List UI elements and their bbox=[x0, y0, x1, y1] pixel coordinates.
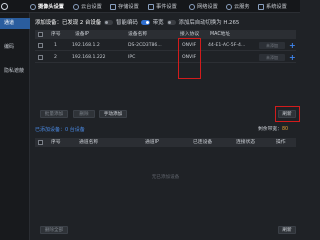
table-row[interactable]: 2 192.168.1.222 IPC ONVIF 未添加 + bbox=[35, 52, 296, 63]
row-status: 未添加 bbox=[259, 54, 285, 61]
row-status: 未添加 bbox=[259, 42, 285, 49]
batch-add-button[interactable]: 批量添加 bbox=[40, 110, 68, 118]
row-checkbox[interactable] bbox=[38, 43, 43, 48]
sidebar-item-encoding[interactable]: 编码 bbox=[0, 42, 30, 53]
refresh-added-button[interactable]: 刷新 bbox=[278, 226, 296, 234]
add-device-plus-icon[interactable]: + bbox=[289, 41, 296, 50]
network-icon bbox=[189, 3, 195, 10]
nav-ptz-settings[interactable]: 云台设置 bbox=[73, 1, 102, 12]
nav-camera-settings[interactable]: 摄像头设置 bbox=[30, 1, 64, 12]
table-header: 序号 通道名称 通道IP 已连设备 连接状态 操作 bbox=[35, 138, 296, 147]
bandwidth-toggle[interactable] bbox=[140, 19, 150, 25]
nav-system-settings[interactable]: 系统设置 bbox=[258, 1, 287, 12]
col-index: 序号 bbox=[51, 32, 61, 37]
sidebar-item-privacy[interactable]: 隐私遮蔽 bbox=[0, 66, 30, 77]
settings-home[interactable] bbox=[1, 1, 8, 12]
nav-label: 事件设置 bbox=[156, 4, 177, 10]
smart-encode-label: 智能编码 bbox=[116, 20, 138, 26]
col-mac: MAC地址 bbox=[210, 32, 231, 37]
camera-icon bbox=[30, 3, 36, 10]
col-index: 序号 bbox=[51, 140, 61, 145]
discovered-devices-table: 序号 设备IP 设备名称 接入协议 MAC地址 1 192.168.1.2 DS… bbox=[35, 30, 296, 82]
protocol-highlight-box bbox=[178, 38, 201, 79]
nav-storage-settings[interactable]: 存储设置 bbox=[110, 1, 139, 12]
empty-list-message: 无已添加设备 bbox=[151, 175, 180, 180]
ptz-icon bbox=[73, 3, 79, 10]
row-ip: 192.168.1.2 bbox=[72, 43, 100, 48]
table-header: 序号 设备IP 设备名称 接入协议 MAC地址 bbox=[35, 30, 296, 39]
col-connected-device: 已连设备 bbox=[193, 140, 213, 145]
row-checkbox[interactable] bbox=[38, 55, 43, 60]
remaining-bandwidth: 剩余带宽：80 bbox=[258, 126, 288, 134]
sidebar: 通道 编码 隐私遮蔽 bbox=[0, 13, 30, 240]
row-index: 2 bbox=[54, 55, 57, 60]
nav-network-settings[interactable]: 网络设置 bbox=[189, 1, 218, 12]
select-all-checkbox[interactable] bbox=[38, 32, 43, 37]
sidebar-item-4[interactable] bbox=[0, 54, 30, 65]
main-content: 添加设备：已发现 2 台设备 智能编码 带宽 添加后自动切换为 H.265 序号… bbox=[31, 14, 300, 240]
top-navigation: 摄像头设置 云台设置 存储设置 事件设置 网络设置 云服务 系统设置 bbox=[0, 0, 300, 13]
nav-label: 网络设置 bbox=[197, 4, 218, 10]
row-name: DS-2CD3T86... bbox=[128, 43, 162, 48]
storage-icon bbox=[110, 3, 116, 10]
auto-h265-label: 添加后自动切换为 H.265 bbox=[178, 20, 240, 26]
row-mac bbox=[208, 52, 246, 63]
option-strip: 添加设备：已发现 2 台设备 智能编码 带宽 添加后自动切换为 H.265 bbox=[35, 16, 299, 28]
col-ip: 设备IP bbox=[75, 32, 89, 37]
row-index: 1 bbox=[54, 43, 57, 48]
bandwidth-text: 剩余带宽： bbox=[258, 127, 282, 132]
nav-event-settings[interactable]: 事件设置 bbox=[148, 1, 177, 12]
bandwidth-value: 80 bbox=[282, 127, 289, 132]
col-operation: 操作 bbox=[276, 140, 286, 145]
sidebar-item-2[interactable] bbox=[0, 30, 30, 41]
row-ip: 192.168.1.222 bbox=[72, 55, 106, 60]
manual-add-button[interactable]: 手动添加 bbox=[99, 110, 127, 118]
col-channel-name: 通道名称 bbox=[79, 140, 99, 145]
col-name: 设备名称 bbox=[128, 32, 148, 37]
add-device-plus-icon[interactable]: + bbox=[289, 53, 296, 62]
auto-h265-toggle[interactable] bbox=[166, 19, 176, 25]
nav-cloud-service[interactable]: 云服务 bbox=[226, 1, 250, 12]
nav-label: 云服务 bbox=[234, 4, 250, 10]
nav-label: 云台设置 bbox=[81, 4, 102, 10]
added-devices-title: 已添加设备：0 台设备 bbox=[35, 127, 85, 133]
bandwidth-label: 带宽 bbox=[152, 20, 164, 26]
row-name: IPC bbox=[128, 55, 136, 60]
gear-icon bbox=[1, 3, 8, 10]
row-mac: 44-E1-AC-5F-4... bbox=[208, 43, 246, 48]
nav-label: 摄像头设置 bbox=[38, 4, 64, 10]
event-icon bbox=[148, 3, 154, 10]
sidebar-item-channel[interactable]: 通道 bbox=[0, 18, 30, 29]
nav-label: 存储设置 bbox=[118, 4, 139, 10]
discovered-count-label: 添加设备：已发现 2 台设备 bbox=[35, 20, 102, 26]
table-row[interactable]: 1 192.168.1.2 DS-2CD3T86... ONVIF 44-E1-… bbox=[35, 40, 296, 51]
cloud-icon bbox=[226, 3, 232, 10]
added-devices-table: 序号 通道名称 通道IP 已连设备 连接状态 操作 无已添加设备 bbox=[35, 138, 296, 208]
delete-button[interactable]: 删除 bbox=[73, 110, 95, 118]
select-all-checkbox[interactable] bbox=[38, 140, 43, 145]
delete-all-button[interactable]: 删除全部 bbox=[40, 226, 68, 234]
nav-label: 系统设置 bbox=[266, 4, 287, 10]
col-connection-status: 连接状态 bbox=[236, 140, 256, 145]
col-channel-ip: 通道IP bbox=[145, 140, 159, 145]
system-icon bbox=[258, 3, 264, 10]
refresh-highlight-box bbox=[275, 106, 300, 122]
smart-encode-toggle[interactable] bbox=[104, 19, 114, 25]
